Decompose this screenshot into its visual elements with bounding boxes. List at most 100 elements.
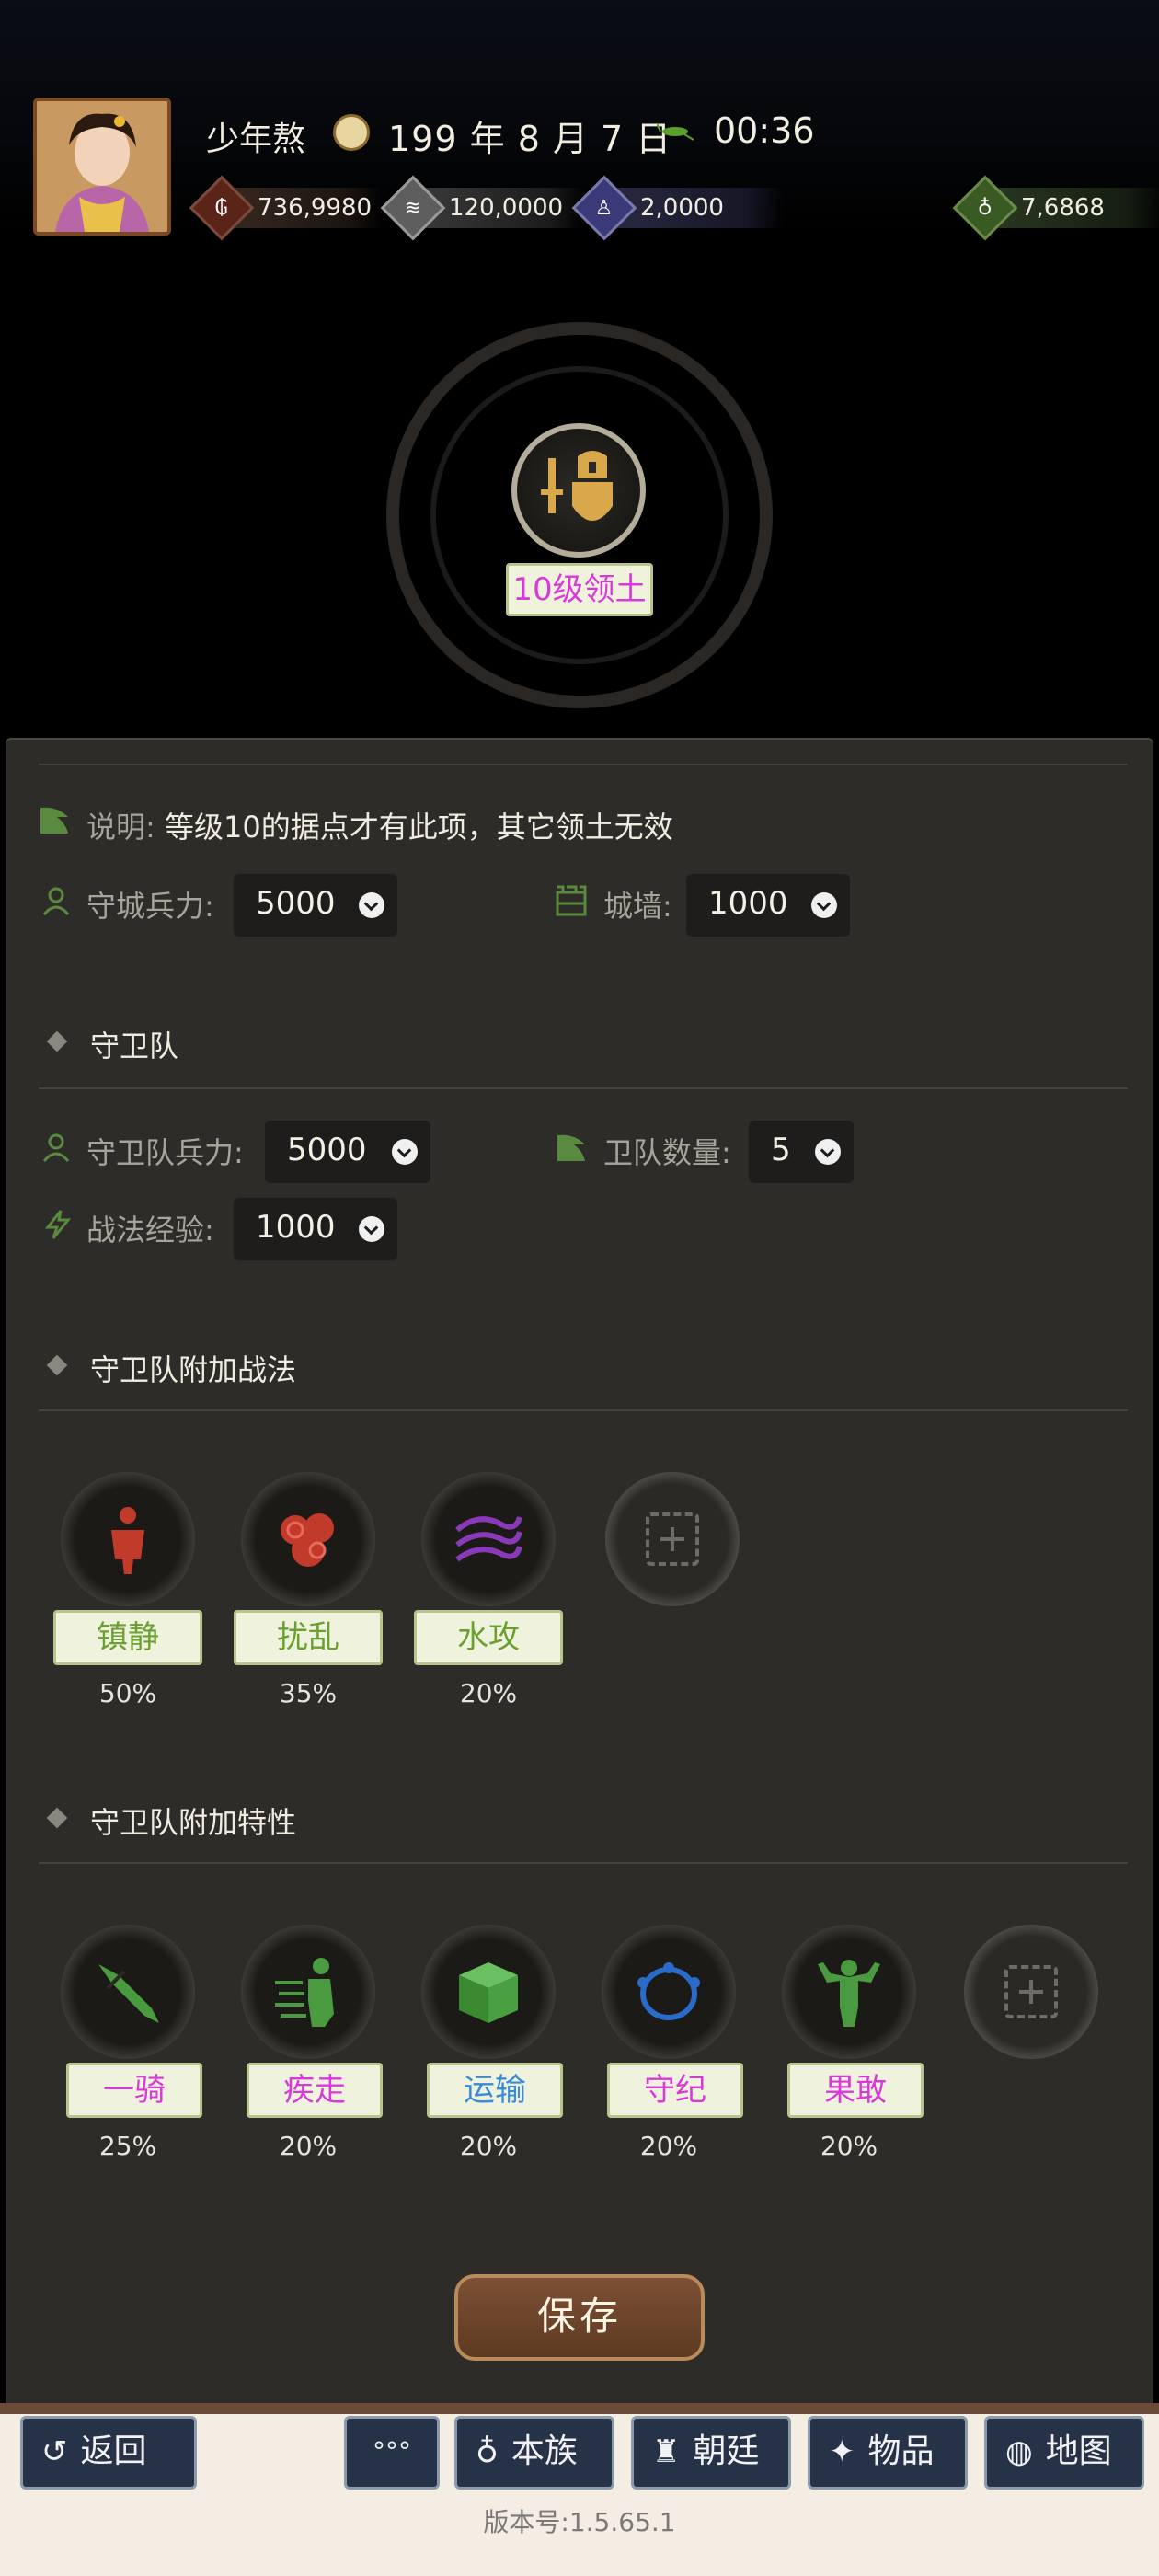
trait-percent: 25% [98, 2131, 157, 2161]
guard-section-title: 守卫队 [90, 1029, 179, 1064]
tactic-percent: 35% [279, 1678, 338, 1708]
trait-name: 果敢 [787, 2063, 924, 2118]
wall-label: 城墙: [603, 889, 672, 924]
resource-value: 120,0000 [449, 194, 564, 222]
version-text: 版本号:1.5.65.1 [483, 2507, 676, 2537]
resource-value: 7,6868 [1021, 194, 1105, 222]
guard-troops-label: 守卫队兵力: [86, 1135, 244, 1170]
items-button[interactable]: ✦ 物品 [808, 2416, 968, 2490]
calm-figure-icon [61, 1472, 195, 1606]
trait-name: 一骑 [66, 2063, 202, 2118]
tactic-slot[interactable]: 扰乱 35% [217, 1472, 383, 1711]
resource-grain[interactable]: ≋ 120,0000 [380, 175, 583, 241]
resource-value: 736,9980 [258, 194, 373, 222]
resource-soldiers[interactable]: ♙ 2,0000 [571, 175, 784, 241]
trait-slot[interactable]: 一骑 25% [37, 1925, 202, 2164]
items-icon: ✦ [829, 2433, 855, 2470]
trait-percent: 20% [820, 2131, 878, 2161]
tactic-percent: 50% [98, 1678, 157, 1708]
city-troops-label: 守城兵力: [86, 889, 214, 924]
divider [39, 1862, 1128, 1864]
player-name: 少年熬 [206, 121, 306, 158]
chevron-down-icon [811, 892, 837, 918]
trait-percent: 20% [639, 2131, 698, 2161]
guard-troops-dropdown[interactable]: 5000 [265, 1121, 430, 1183]
divider [39, 1087, 1128, 1089]
cargo-box-icon [421, 1925, 556, 2059]
more-label: °°° [373, 2436, 411, 2467]
trait-slot[interactable]: 守纪 20% [578, 1925, 743, 2164]
resource-coins[interactable]: ₲ 736,9980 [189, 175, 383, 241]
tactics-section-title: 守卫队附加战法 [90, 1352, 297, 1387]
court-label: 朝廷 [693, 2432, 760, 2470]
trait-slot[interactable]: 果敢 20% [758, 1925, 924, 2164]
guard-settings-panel: 说明: 等级10的据点才有此项，其它领土无效 守城兵力: 5000 城墙: 10… [6, 738, 1153, 2405]
strongman-icon [782, 1925, 916, 2059]
confusion-brain-icon [241, 1472, 375, 1606]
discipline-ring-icon [602, 1925, 736, 2059]
trait-name: 疾走 [247, 2063, 383, 2118]
game-time: 00:36 [714, 110, 815, 151]
resource-money[interactable]: ♁ 7,6868 [952, 175, 1159, 241]
chevron-down-icon [392, 1139, 418, 1165]
items-label: 物品 [867, 2432, 935, 2470]
trait-slot[interactable]: 运输 20% [397, 1925, 563, 2164]
game-date: 199 年 8 月 7 日 [388, 119, 672, 159]
trait-slot[interactable]: 疾走 20% [217, 1925, 383, 2164]
tactic-percent: 20% [459, 1678, 518, 1708]
trait-name: 守纪 [607, 2063, 743, 2118]
territory-shield-icon[interactable] [511, 423, 646, 558]
lightning-icon [44, 1210, 72, 1239]
tactic-exp-value: 1000 [256, 1209, 336, 1246]
tactic-slot[interactable]: 镇静 50% [37, 1472, 202, 1711]
wall-dropdown[interactable]: 1000 [686, 874, 850, 937]
trait-name: 运输 [427, 2063, 563, 2118]
tactic-exp-dropdown[interactable]: 1000 [234, 1198, 397, 1260]
person-icon [42, 1133, 70, 1162]
clan-button[interactable]: ♁ 本族 [454, 2416, 614, 2490]
note-text: 等级10的据点才有此项，其它领土无效 [164, 810, 673, 845]
leaf-icon [557, 1134, 585, 1161]
globe-icon: ◍ [1005, 2433, 1033, 2470]
more-button[interactable]: °°° [344, 2416, 440, 2490]
grain-icon: ≋ [380, 175, 446, 241]
spear-icon [61, 1925, 195, 2059]
calendar-icon [333, 114, 370, 151]
water-attack-icon [421, 1472, 556, 1606]
territory-level-label: 10级领土 [506, 563, 653, 616]
add-icon [646, 1512, 699, 1566]
section-bullet-icon [46, 1354, 68, 1376]
guard-troops-value: 5000 [287, 1132, 367, 1168]
divider [39, 1409, 1128, 1411]
section-bullet-icon [46, 1807, 68, 1829]
dash-runner-icon [241, 1925, 375, 2059]
back-button[interactable]: ↺ 返回 [20, 2416, 197, 2490]
save-button[interactable]: 保存 [454, 2274, 705, 2361]
divider [39, 764, 1128, 765]
leaf-icon [40, 807, 68, 834]
resource-value: 2,0000 [640, 194, 724, 222]
player-avatar[interactable] [33, 98, 171, 236]
guard-count-dropdown[interactable]: 5 [749, 1121, 854, 1183]
note-label: 说明: [86, 810, 155, 845]
tactic-slot[interactable]: 水攻 20% [397, 1472, 563, 1711]
trait-percent: 20% [459, 2131, 518, 2161]
note-row: 说明: 等级10的据点才有此项，其它领土无效 [86, 804, 673, 846]
clan-label: 本族 [511, 2432, 578, 2470]
add-trait-button[interactable] [964, 1925, 1098, 2059]
chevron-down-icon [815, 1139, 841, 1165]
chevron-down-icon [359, 1216, 384, 1242]
money-bag-icon: ♁ [952, 175, 1018, 241]
tactic-name: 扰乱 [234, 1610, 383, 1665]
court-button[interactable]: ♜ 朝廷 [631, 2416, 791, 2490]
bottom-bar-edge [0, 2403, 1159, 2414]
add-tactic-button[interactable] [605, 1472, 740, 1606]
back-label: 返回 [80, 2432, 147, 2470]
tactic-name: 水攻 [414, 1610, 563, 1665]
soldier-icon: ♙ [571, 175, 637, 241]
city-troops-dropdown[interactable]: 5000 [234, 874, 397, 937]
city-troops-value: 5000 [256, 885, 336, 922]
map-button[interactable]: ◍ 地图 [984, 2416, 1144, 2490]
tactic-name: 镇静 [53, 1610, 202, 1665]
section-bullet-icon [46, 1030, 68, 1052]
